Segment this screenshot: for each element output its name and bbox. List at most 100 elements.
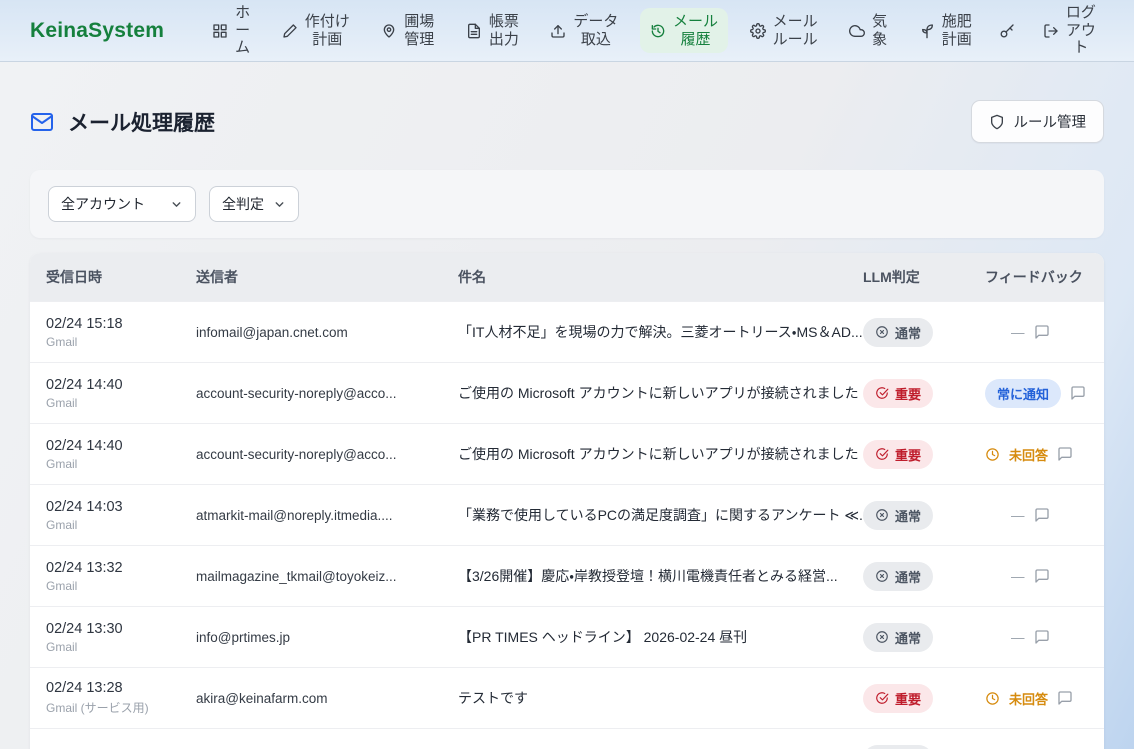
chevron-down-icon (170, 198, 183, 211)
feedback-cell: 未回答 (985, 445, 1088, 464)
nav-item-logout[interactable]: ログ アウ ト (1033, 0, 1106, 62)
comment-bubble-icon[interactable] (1057, 446, 1073, 462)
column-header-subject: 件名 (458, 267, 863, 287)
main-content: メール処理履歴 ルール管理 全アカウント 全判定 受信日時 送信者 件名 LLM… (0, 62, 1134, 749)
account-filter-select[interactable]: 全アカウント (48, 186, 196, 222)
circle-x-icon (875, 569, 889, 583)
nav-item-home[interactable]: ホ ー ム (202, 0, 260, 62)
sender-email: info@prtimes.jp (196, 630, 458, 645)
table-body: 02/24 15:18 Gmail infomail@japan.cnet.co… (30, 301, 1104, 749)
nav-item-planting-plan[interactable]: 作付け 計画 (272, 8, 360, 53)
rule-management-label: ルール管理 (1014, 111, 1087, 132)
nav-item-label: メール ルール (773, 13, 818, 48)
gear-icon (750, 23, 766, 39)
table-row[interactable]: 02/24 14:40 Gmail account-security-norep… (30, 362, 1104, 423)
sender-email: atmarkit-mail@noreply.itmedia.... (196, 508, 458, 523)
page-title: メール処理履歴 (30, 107, 215, 137)
table-row[interactable]: 02/24 13:32 Gmail mailmagazine_tkmail@to… (30, 545, 1104, 606)
nav-item-data-import[interactable]: データ 取込 (540, 8, 628, 53)
account-label: Gmail (46, 396, 196, 410)
table-row[interactable]: 02/24 14:03 Gmail atmarkit-mail@noreply.… (30, 484, 1104, 545)
feedback-label: — (1011, 630, 1025, 645)
received-datetime: 02/24 15:18 (46, 316, 196, 332)
judgment-badge: 重要 (863, 379, 933, 408)
table-row[interactable]: 02/24 12:10 digital@kochinews.jp 四万十福祉専門… (30, 728, 1104, 749)
nav-item-label: 圃場 管理 (404, 13, 434, 48)
mail-subject: ご使用の Microsoft アカウントに新しいアプリが接続されました (458, 444, 863, 464)
received-datetime: 02/24 14:03 (46, 499, 196, 515)
mail-subject: テストです (458, 688, 863, 708)
nav-item-report-output[interactable]: 帳票 出力 (456, 8, 529, 53)
table-row[interactable]: 02/24 13:30 Gmail info@prtimes.jp 【PR TI… (30, 606, 1104, 667)
feedback-cell: — (985, 629, 1088, 645)
comment-bubble-icon[interactable] (1034, 507, 1050, 523)
judgment-badge: 通常 (863, 562, 933, 591)
nav-item-weather[interactable]: 気 象 (839, 8, 897, 53)
table-row[interactable]: 02/24 15:18 Gmail infomail@japan.cnet.co… (30, 301, 1104, 362)
circle-x-icon (875, 630, 889, 644)
feedback-label: — (1011, 325, 1025, 340)
document-icon (466, 23, 482, 39)
feedback-cell: — (985, 568, 1088, 584)
judgment-label: 重要 (895, 689, 921, 708)
sender-email: akira@keinafarm.com (196, 691, 458, 706)
nav-item-label: ログ アウ ト (1066, 4, 1096, 57)
table-header-row: 受信日時 送信者 件名 LLM判定 フィードバック (30, 253, 1104, 301)
grid-icon (212, 23, 228, 39)
nav-item-fertilizer-plan[interactable]: 施肥 計画 (909, 8, 982, 53)
mail-subject: 【PR TIMES ヘッドライン】 2026-02-24 昼刊 (458, 627, 863, 647)
table-row[interactable]: 02/24 13:28 Gmail (サービス用) akira@keinafar… (30, 667, 1104, 728)
account-label: Gmail (46, 335, 196, 349)
received-datetime: 02/24 13:32 (46, 560, 196, 576)
nav-item-password-key[interactable] (993, 18, 1021, 44)
column-header-sender: 送信者 (196, 267, 458, 287)
mail-subject: 「業務で使用しているPCの満足度調査」に関するアンケート ≪... (458, 505, 863, 525)
nav-item-mail-history[interactable]: メール 履歴 (640, 8, 728, 53)
feedback-label: 未回答 (1009, 689, 1048, 708)
sprout-icon (919, 23, 935, 39)
comment-bubble-icon[interactable] (1034, 324, 1050, 340)
nav-item-label: ホ ー ム (235, 4, 250, 57)
nav-item-field-management[interactable]: 圃場 管理 (371, 8, 444, 53)
comment-bubble-icon[interactable] (1057, 690, 1073, 706)
judgment-badge: 通常 (863, 501, 933, 530)
comment-bubble-icon[interactable] (1070, 385, 1086, 401)
nav-item-mail-rules[interactable]: メール ルール (740, 8, 828, 53)
top-navbar: KeinaSystem ホ ー ム 作付け 計画 圃場 管理 帳票 出力 データ… (0, 0, 1134, 62)
pencil-icon (282, 23, 298, 39)
judgment-label: 通常 (895, 506, 921, 525)
feedback-cell: — (985, 324, 1088, 340)
comment-bubble-icon[interactable] (1034, 568, 1050, 584)
mail-icon (30, 110, 54, 134)
comment-bubble-icon[interactable] (1034, 629, 1050, 645)
feedback-label: 未回答 (1009, 445, 1048, 464)
account-filter-value: 全アカウント (61, 194, 145, 214)
table-row[interactable]: 02/24 14:40 Gmail account-security-norep… (30, 423, 1104, 484)
cloud-icon (849, 23, 865, 39)
nav-item-label: メール 履歴 (673, 13, 718, 48)
sender-email: account-security-noreply@acco... (196, 386, 458, 401)
circle-check-icon (875, 386, 889, 400)
account-label: Gmail (サービス用) (46, 699, 196, 716)
title-row: メール処理履歴 ルール管理 (30, 100, 1104, 143)
account-label: Gmail (46, 457, 196, 471)
feedback-label: — (1011, 508, 1025, 523)
brand-logo[interactable]: KeinaSystem (30, 19, 164, 43)
received-datetime: 02/24 14:40 (46, 438, 196, 454)
sender-email: mailmagazine_tkmail@toyokeiz... (196, 569, 458, 584)
column-header-llm-judgment: LLM判定 (863, 267, 985, 287)
judgment-filter-select[interactable]: 全判定 (209, 186, 299, 222)
nav-item-label: 帳票 出力 (489, 13, 519, 48)
judgment-badge: 重要 (863, 440, 933, 469)
mail-history-table: 受信日時 送信者 件名 LLM判定 フィードバック 02/24 15:18 Gm… (30, 253, 1104, 749)
received-datetime: 02/24 13:28 (46, 680, 196, 696)
judgment-badge: 重要 (863, 684, 933, 713)
judgment-label: 通常 (895, 567, 921, 586)
judgment-label: 重要 (895, 384, 921, 403)
rule-management-button[interactable]: ルール管理 (971, 100, 1105, 143)
received-datetime: 02/24 14:40 (46, 377, 196, 393)
mail-subject: 【3/26開催】慶応・岸教授登壇！横川電機責任者とみる経営... (458, 566, 863, 586)
account-label: Gmail (46, 518, 196, 532)
nav-item-label: 作付け 計画 (305, 13, 350, 48)
mail-subject: 「IT人材不足」を現場の力で解決。三菱オートリース・MS＆AD... (458, 322, 863, 342)
